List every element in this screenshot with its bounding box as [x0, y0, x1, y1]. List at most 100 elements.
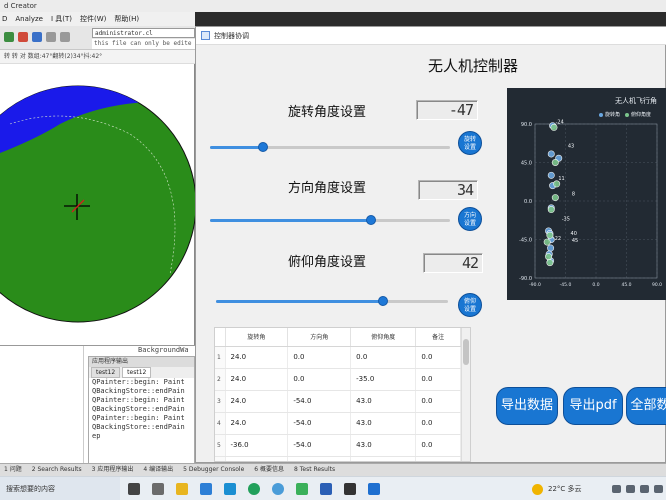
- table-row[interactable]: 3 24.0 -54.0 43.0 0.0: [215, 390, 461, 413]
- table-cell[interactable]: -54.0: [287, 434, 352, 457]
- rotation-lcd: -47: [416, 100, 478, 120]
- x-tick-label: 0.0: [592, 282, 599, 288]
- ide-output-tabs: 1 问题 2 Search Results 3 应用程序输出 4 编译输出 5 …: [0, 463, 666, 476]
- data-point: [551, 194, 559, 202]
- table-cell[interactable]: 24.0: [225, 412, 289, 435]
- tray-network-icon[interactable]: [626, 485, 635, 493]
- rotation-slider[interactable]: [210, 142, 450, 152]
- table-cell[interactable]: 43.0: [350, 456, 417, 461]
- column-header[interactable]: 俯仰角度: [350, 328, 417, 347]
- table-cell[interactable]: 43.0: [350, 412, 417, 435]
- legend-item-rotation: 旋转角: [599, 111, 620, 118]
- output-tab-search[interactable]: 2 Search Results: [30, 464, 84, 476]
- menu-item-tools[interactable]: I 具(T): [51, 12, 72, 26]
- table-cell[interactable]: 24.0: [225, 390, 289, 413]
- output-tab-compile[interactable]: 4 编译输出: [141, 464, 175, 476]
- direction-slider[interactable]: [210, 215, 450, 225]
- file-explorer-icon[interactable]: [176, 483, 188, 495]
- table-cell[interactable]: 49.0: [287, 456, 352, 461]
- angle-records-table[interactable]: 旋转角 方向角 俯仰角度 备注 1 24.0 0.0 0.0 0.0 2 24.0 0.0 -3…: [214, 327, 471, 462]
- menu-item-analyze[interactable]: Analyze: [15, 12, 43, 26]
- menu-item-help[interactable]: 帮助(H): [114, 12, 139, 26]
- output-tab-tests[interactable]: 8 Test Results: [292, 464, 337, 476]
- console-tab[interactable]: test12: [91, 367, 121, 378]
- table-cell[interactable]: 0.0: [415, 412, 461, 435]
- point-label: 45: [572, 238, 578, 244]
- table-cell[interactable]: -35.0: [350, 368, 417, 391]
- output-tab-general[interactable]: 6 概要信息: [252, 464, 286, 476]
- table-cell[interactable]: -54.0: [287, 390, 352, 413]
- pitch-set-button[interactable]: 俯仰 设置: [458, 293, 482, 317]
- slider-handle[interactable]: [258, 142, 268, 152]
- table-cell[interactable]: 0.0: [415, 346, 461, 369]
- windows-taskbar: 搜索想要的内容 22°C 多云: [0, 476, 666, 500]
- taskbar-search[interactable]: 搜索想要的内容: [0, 477, 120, 500]
- rotation-set-button[interactable]: 旋转 设置: [458, 131, 482, 155]
- editor-file-tab[interactable]: administrator.cl: [92, 28, 195, 38]
- table-cell[interactable]: 0.0: [415, 434, 461, 457]
- table-cell[interactable]: -54.0: [287, 412, 352, 435]
- column-header[interactable]: 方向角: [287, 328, 352, 347]
- table-row[interactable]: 4 24.0 -54.0 43.0 0.0: [215, 412, 461, 435]
- table-cell[interactable]: 0.0: [287, 368, 352, 391]
- tray-chevron-icon[interactable]: [612, 485, 621, 493]
- table-cell[interactable]: 43.0: [350, 390, 417, 413]
- output-tab-issues[interactable]: 1 问题: [2, 464, 24, 476]
- direction-set-button[interactable]: 方向 设置: [458, 207, 482, 231]
- table-cell[interactable]: 24.0: [225, 368, 289, 391]
- tray-battery-icon[interactable]: [654, 485, 663, 493]
- scrollbar-thumb[interactable]: [463, 339, 469, 365]
- menu-item-widgets[interactable]: 控件(W): [80, 12, 106, 26]
- table-cell[interactable]: 24.0: [225, 346, 289, 369]
- taskbar-weather[interactable]: 22°C 多云: [548, 477, 608, 500]
- table-scrollbar[interactable]: [461, 328, 470, 461]
- attitude-sphere: [0, 85, 195, 323]
- table-cell[interactable]: 0.0: [350, 346, 417, 369]
- output-tab-debugger[interactable]: 5 Debugger Console: [181, 464, 246, 476]
- qt-creator-icon[interactable]: [296, 483, 308, 495]
- table-cell[interactable]: 0.0: [287, 346, 352, 369]
- data-point: [547, 206, 555, 214]
- task-view-icon[interactable]: [128, 483, 140, 495]
- export-pdf-button[interactable]: 导出pdf: [563, 387, 623, 425]
- row-number: 4: [215, 412, 226, 435]
- browser-icon[interactable]: [272, 483, 284, 495]
- table-cell[interactable]: 0.0: [415, 390, 461, 413]
- mail-icon[interactable]: [224, 483, 236, 495]
- build-icon[interactable]: [4, 32, 14, 42]
- table-cell[interactable]: 43.0: [350, 434, 417, 457]
- table-cell[interactable]: 0.0: [415, 368, 461, 391]
- table-cell[interactable]: 0.0: [415, 456, 461, 461]
- pitch-slider[interactable]: [216, 296, 448, 306]
- forward-icon[interactable]: [60, 32, 70, 42]
- table-cell[interactable]: -36.0: [225, 434, 289, 457]
- slider-handle[interactable]: [366, 215, 376, 225]
- console-title: 应用程序输出: [89, 357, 194, 367]
- table-row[interactable]: 1 24.0 0.0 0.0 0.0: [215, 346, 461, 369]
- controller-main-title: 无人机控制器: [427, 57, 518, 75]
- y-tick-label: 90.0: [521, 122, 532, 128]
- column-header[interactable]: 旋转角: [225, 328, 289, 347]
- slider-handle[interactable]: [378, 296, 388, 306]
- table-cell[interactable]: 36.0: [225, 456, 289, 461]
- output-tab-app-output[interactable]: 3 应用程序输出: [90, 464, 136, 476]
- word-icon[interactable]: [320, 483, 332, 495]
- app-icon[interactable]: [344, 483, 356, 495]
- tray-volume-icon[interactable]: [640, 485, 649, 493]
- debug-icon[interactable]: [32, 32, 42, 42]
- table-row[interactable]: 5 -36.0 -54.0 43.0 0.0: [215, 434, 461, 457]
- back-icon[interactable]: [46, 32, 56, 42]
- menu-item[interactable]: D: [2, 12, 7, 26]
- store-icon[interactable]: [200, 483, 212, 495]
- export-data-button[interactable]: 导出数据: [496, 387, 558, 425]
- console-tab-active[interactable]: test12: [122, 367, 152, 378]
- controller-app-icon[interactable]: [368, 483, 380, 495]
- edge-icon[interactable]: [248, 483, 260, 495]
- table-row[interactable]: 636.049.043.00.0: [215, 456, 461, 461]
- table-row[interactable]: 2 24.0 0.0 -35.0 0.0: [215, 368, 461, 391]
- all-data-button[interactable]: 全部数: [626, 387, 666, 425]
- stop-icon[interactable]: [18, 32, 28, 42]
- column-header[interactable]: 备注: [415, 328, 461, 347]
- chart-canvas: 90.0 45.0 0.0 -45.0 -90.0-90.0 -45.0 0.0 45.0 90…: [519, 120, 662, 288]
- widgets-icon[interactable]: [152, 483, 164, 495]
